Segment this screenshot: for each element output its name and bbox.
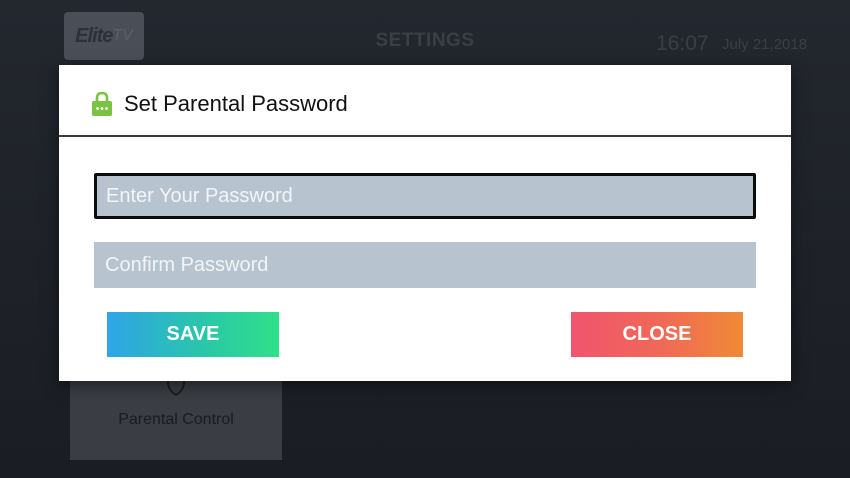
- date-label: July 21,2018: [722, 36, 808, 53]
- close-button[interactable]: CLOSE: [571, 312, 743, 357]
- dialog-header: Set Parental Password: [59, 65, 791, 135]
- clock: 16:07: [656, 32, 709, 55]
- save-button[interactable]: SAVE: [107, 312, 279, 357]
- parental-control-tile[interactable]: Parental Control: [70, 370, 282, 460]
- confirm-password-input[interactable]: [94, 242, 756, 288]
- password-input[interactable]: [94, 173, 756, 219]
- header-divider: [59, 135, 791, 137]
- dialog-title: Set Parental Password: [124, 91, 348, 116]
- lock-icon: [92, 92, 112, 116]
- parental-password-dialog: Set Parental Password SAVE CLOSE: [59, 65, 791, 381]
- tile-label: Parental Control: [118, 411, 234, 428]
